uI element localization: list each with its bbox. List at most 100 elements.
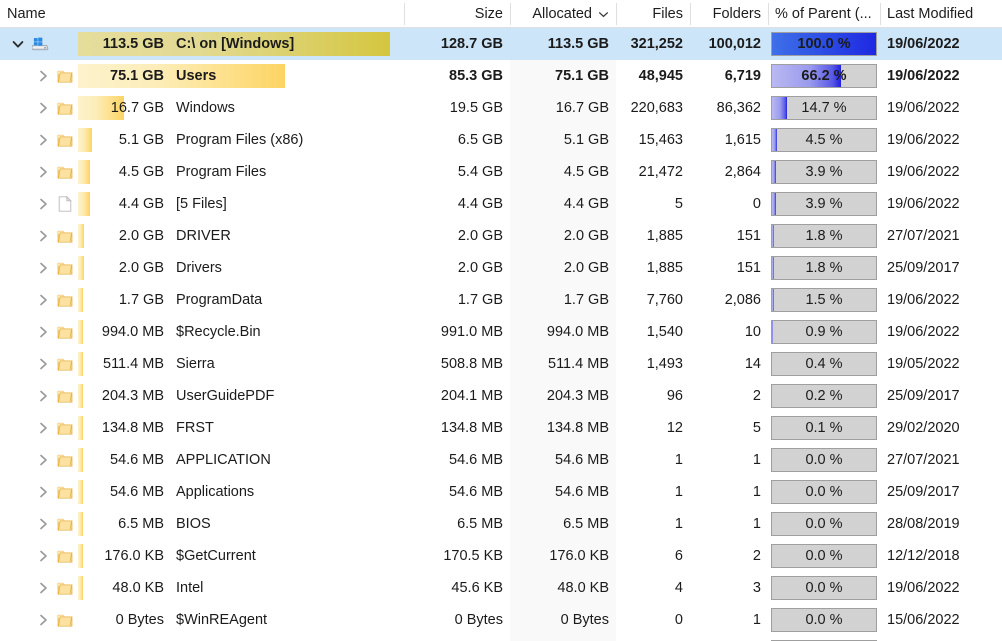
cell-folders: 14 xyxy=(690,348,768,380)
cell-name[interactable]: 4.4 GB [5 Files] xyxy=(0,188,404,220)
cell-name[interactable]: 48.0 KB Intel xyxy=(0,572,404,604)
percent-bar-fill xyxy=(772,257,774,279)
row-files-value: 6 xyxy=(674,548,683,564)
row-size-value: 4.4 GB xyxy=(457,196,503,212)
column-header-size[interactable]: Size xyxy=(404,0,510,28)
row-files-value: 15,463 xyxy=(638,132,683,148)
cell-percent-of-parent: 66.2 % xyxy=(768,60,880,92)
cell-files: 1 xyxy=(616,476,690,508)
cell-percent-of-parent: 0.0 % xyxy=(768,636,880,641)
row-percent-value: 0.0 % xyxy=(805,548,843,564)
cell-last-modified: 27/07/2021 xyxy=(880,220,1002,252)
row-size-label: 2.0 GB xyxy=(118,228,164,244)
table-row[interactable]: 2.0 GB Drivers 2.0 GB 2.0 GB 1,885 151 1.8 % 25… xyxy=(0,252,1002,284)
table-row[interactable]: 176.0 KB $GetCurrent 170.5 KB 176.0 KB 6 2 0.0… xyxy=(0,540,1002,572)
cell-name[interactable]: 511.4 MB Sierra xyxy=(0,348,404,380)
column-header-label: % of Parent (... xyxy=(775,5,872,22)
column-header-allocated[interactable]: Allocated xyxy=(510,0,616,28)
cell-folders: 3 xyxy=(690,572,768,604)
column-header-pct[interactable]: % of Parent (... xyxy=(768,0,880,28)
cell-name[interactable]: 204.3 MB UserGuidePDF xyxy=(0,380,404,412)
row-size-value: 5.4 GB xyxy=(457,164,503,180)
table-row[interactable]: 1.7 GB ProgramData 1.7 GB 1.7 GB 7,760 2,086 1… xyxy=(0,284,1002,316)
cell-name[interactable]: 75.1 GB Users xyxy=(0,60,404,92)
row-folders-value: 1 xyxy=(752,516,761,532)
table-row[interactable]: 16.7 GB Windows 19.5 GB 16.7 GB 220,683 86,36… xyxy=(0,92,1002,124)
cell-name[interactable]: 176.0 KB $GetCurrent xyxy=(0,540,404,572)
row-name-label: Intel xyxy=(176,580,204,596)
cell-percent-of-parent: 4.5 % xyxy=(768,124,880,156)
percent-bar: 0.0 % xyxy=(771,448,877,472)
row-size-label: 54.6 MB xyxy=(110,484,164,500)
cell-name[interactable]: 0 BytesConfig.Msi xyxy=(0,636,404,641)
table-row[interactable]: 2.0 GB DRIVER 2.0 GB 2.0 GB 1,885 151 1.8 % 27/… xyxy=(0,220,1002,252)
cell-size: 128.7 GB xyxy=(404,28,510,60)
column-header-name[interactable]: Name xyxy=(0,0,404,28)
row-files-value: 1 xyxy=(674,452,683,468)
cell-name[interactable]: 113.5 GB C:\ on [Windows] xyxy=(0,28,404,60)
cell-name[interactable]: 16.7 GB Windows xyxy=(0,92,404,124)
table-row[interactable]: 4.5 GB Program Files 5.4 GB 4.5 GB 21,472 2,8… xyxy=(0,156,1002,188)
cell-name[interactable]: 0 Bytes $WinREAgent xyxy=(0,604,404,636)
cell-name[interactable]: 6.5 MB BIOS xyxy=(0,508,404,540)
table-row[interactable]: 75.1 GB Users 85.3 GB 75.1 GB 48,945 6,719 66.… xyxy=(0,60,1002,92)
table-row[interactable]: 511.4 MB Sierra 508.8 MB 511.4 MB 1,493 14 0.4… xyxy=(0,348,1002,380)
cell-files: 12 xyxy=(616,412,690,444)
row-size-value: 204.1 MB xyxy=(440,388,503,404)
column-header-files[interactable]: Files xyxy=(616,0,690,28)
row-folders-value: 5 xyxy=(752,420,761,436)
cell-last-modified: 25/09/2017 xyxy=(880,476,1002,508)
table-row[interactable]: 4.4 GB [5 Files] 4.4 GB 4.4 GB 5 0 3.9 % 19/06/… xyxy=(0,188,1002,220)
row-size-value: 2.0 GB xyxy=(457,260,503,276)
cell-size: 6.5 GB xyxy=(404,124,510,156)
cell-name[interactable]: 994.0 MB $Recycle.Bin xyxy=(0,316,404,348)
row-percent-value: 0.1 % xyxy=(805,420,843,436)
cell-name[interactable]: 54.6 MB APPLICATION xyxy=(0,444,404,476)
table-row[interactable]: 204.3 MB UserGuidePDF 204.1 MB 204.3 MB 96 2 0… xyxy=(0,380,1002,412)
row-size-value: 85.3 GB xyxy=(449,68,503,84)
table-row[interactable]: 5.1 GB Program Files (x86) 6.5 GB 5.1 GB 15,… xyxy=(0,124,1002,156)
cell-size: 1.7 GB xyxy=(404,284,510,316)
column-header-folders[interactable]: Folders xyxy=(690,0,768,28)
cell-name[interactable]: 2.0 GB DRIVER xyxy=(0,220,404,252)
table-row[interactable]: 113.5 GB C:\ on [Windows] 128.7 GB 113.5 GB… xyxy=(0,28,1002,60)
row-percent-value: 0.0 % xyxy=(805,452,843,468)
cell-allocated: 0 Bytes xyxy=(510,604,616,636)
table-row[interactable]: 48.0 KB Intel 45.6 KB 48.0 KB 4 3 0.0 % 19/06/2… xyxy=(0,572,1002,604)
row-size-value: 508.8 MB xyxy=(440,356,503,372)
table-row[interactable]: 0 Bytes $WinREAgent 0 Bytes 0 Bytes 0 1 0.0 % 1… xyxy=(0,604,1002,636)
row-allocated-value: 4.4 GB xyxy=(563,196,609,212)
column-header-row[interactable]: Name Size Allocated Files Folders % of Parent… xyxy=(0,0,1002,28)
row-size-value: 54.6 MB xyxy=(449,484,503,500)
cell-name[interactable]: 134.8 MB FRST xyxy=(0,412,404,444)
cell-last-modified: 19/06/2022 xyxy=(880,636,1002,641)
chevron-down-icon xyxy=(598,9,609,20)
percent-bar: 0.0 % xyxy=(771,512,877,536)
cell-percent-of-parent: 3.9 % xyxy=(768,156,880,188)
cell-files: 1,493 xyxy=(616,348,690,380)
cell-size: 2.0 GB xyxy=(404,252,510,284)
table-row[interactable]: 134.8 MB FRST 134.8 MB 134.8 MB 12 5 0.1 % 29/0… xyxy=(0,412,1002,444)
row-allocated-value: 1.7 GB xyxy=(563,292,609,308)
row-files-value: 21,472 xyxy=(638,164,683,180)
cell-name[interactable]: 1.7 GB ProgramData xyxy=(0,284,404,316)
percent-bar-fill xyxy=(772,321,773,343)
cell-allocated: 204.3 MB xyxy=(510,380,616,412)
table-row[interactable]: 0 BytesConfig.Msi0 Bytes0 Bytes000.0 %19… xyxy=(0,636,1002,641)
column-header-modified[interactable]: Last Modified xyxy=(880,0,1002,28)
table-row[interactable]: 54.6 MB Applications 54.6 MB 54.6 MB 1 1 0.0 %… xyxy=(0,476,1002,508)
row-allocated-value: 16.7 GB xyxy=(555,100,609,116)
cell-files: 1 xyxy=(616,508,690,540)
cell-name[interactable]: 54.6 MB Applications xyxy=(0,476,404,508)
cell-name[interactable]: 2.0 GB Drivers xyxy=(0,252,404,284)
row-modified-value: 27/07/2021 xyxy=(887,452,960,468)
table-row[interactable]: 54.6 MB APPLICATION 54.6 MB 54.6 MB 1 1 0.0 % 2… xyxy=(0,444,1002,476)
cell-name[interactable]: 4.5 GB Program Files xyxy=(0,156,404,188)
row-modified-value: 12/12/2018 xyxy=(887,548,960,564)
cell-size: 45.6 KB xyxy=(404,572,510,604)
row-size-label: 511.4 MB xyxy=(103,356,164,372)
table-row[interactable]: 994.0 MB $Recycle.Bin 991.0 MB 994.0 MB 1,54… xyxy=(0,316,1002,348)
file-tree-rows[interactable]: 113.5 GB C:\ on [Windows] 128.7 GB 113.5 GB… xyxy=(0,28,1002,641)
table-row[interactable]: 6.5 MB BIOS 6.5 MB 6.5 MB 1 1 0.0 % 28/08/2019 xyxy=(0,508,1002,540)
cell-name[interactable]: 5.1 GB Program Files (x86) xyxy=(0,124,404,156)
